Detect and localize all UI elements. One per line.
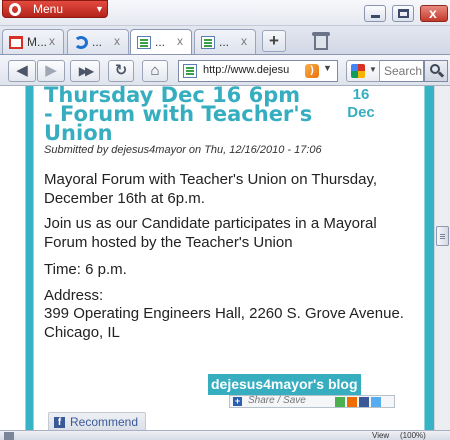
tab-title: ... xyxy=(219,35,230,49)
tab-gmail[interactable]: M... x xyxy=(2,29,64,54)
gmail-icon xyxy=(9,36,23,49)
tab-active[interactable]: ... x xyxy=(130,29,192,55)
close-icon: x xyxy=(429,5,437,21)
search-input[interactable]: Search xyxy=(380,60,424,82)
google-icon xyxy=(351,64,365,78)
tab-title: M... xyxy=(27,35,47,49)
new-tab-button[interactable]: + xyxy=(262,30,286,52)
tab-page[interactable]: ... x xyxy=(194,29,256,54)
minimize-button[interactable] xyxy=(364,5,386,22)
recommend-label: Recommend xyxy=(70,415,139,429)
tab-bar: M... x ... x ... x ... x + xyxy=(0,26,450,55)
blog-link[interactable]: dejesus4mayor's blog xyxy=(208,374,361,395)
view-label[interactable]: View xyxy=(372,431,389,440)
search-button[interactable] xyxy=(424,60,448,82)
forward-button[interactable]: ▶ xyxy=(37,60,65,82)
fast-forward-button[interactable]: ▶▶ xyxy=(70,60,100,82)
home-button[interactable]: ⌂ xyxy=(142,60,168,82)
recommend-button[interactable]: f Recommend xyxy=(48,412,146,430)
tab-close-icon[interactable]: x xyxy=(49,34,55,48)
maximize-icon xyxy=(398,9,409,18)
tab-close-icon[interactable]: x xyxy=(177,34,183,48)
vertical-scrollbar[interactable] xyxy=(434,86,450,430)
post-paragraph: 399 Operating Engineers Hall, 2260 S. Gr… xyxy=(44,305,404,341)
post-title[interactable]: Thursday Dec 16 6pm - Forum with Teacher… xyxy=(44,86,314,144)
trash-icon[interactable] xyxy=(312,29,330,51)
post-paragraph: Address: xyxy=(44,287,104,304)
scrollbar-thumb[interactable] xyxy=(436,226,449,246)
grip-icon xyxy=(440,234,445,235)
tab-close-icon[interactable]: x xyxy=(241,34,247,48)
share-service-icon[interactable] xyxy=(347,397,357,407)
ie-icon xyxy=(74,36,88,49)
title-bar: Menu ▼ x xyxy=(0,0,450,26)
reload-button[interactable]: ↻ xyxy=(108,60,134,82)
page-icon xyxy=(137,36,151,49)
post-paragraph: Mayoral Forum with Teacher's Union on Th… xyxy=(44,171,378,207)
back-button[interactable]: ◀ xyxy=(8,60,36,82)
post-meta: Submitted by dejesus4mayor on Thu, 12/16… xyxy=(44,144,322,156)
tab-close-icon[interactable]: x xyxy=(114,34,120,48)
maximize-button[interactable] xyxy=(392,5,414,22)
address-dropdown-icon[interactable]: ▼ xyxy=(323,63,332,73)
address-bar[interactable]: http://www.dejesu ) ▼ xyxy=(178,60,338,82)
share-label: Share / Save xyxy=(248,395,306,406)
opera-menu-button[interactable]: Menu ▼ xyxy=(2,0,108,18)
status-bar: View (100%) xyxy=(0,430,450,440)
menu-label: Menu xyxy=(33,2,64,16)
chevron-down-icon: ▼ xyxy=(95,4,104,14)
share-service-icon[interactable] xyxy=(335,397,345,407)
url-text[interactable]: http://www.dejesu xyxy=(203,64,299,76)
page-viewport: Thursday Dec 16 6pm - Forum with Teacher… xyxy=(0,86,434,430)
close-window-button[interactable]: x xyxy=(420,5,448,22)
share-save-button[interactable]: + Share / Save xyxy=(229,395,395,408)
panel-toggle-icon[interactable] xyxy=(4,432,14,440)
page-border-right xyxy=(424,86,434,430)
page-icon xyxy=(183,64,197,78)
search-icon-handle xyxy=(437,71,445,78)
page-icon xyxy=(201,36,215,49)
page-border-left xyxy=(25,86,34,430)
navigation-bar: ◀ ▶ ▶▶ ↻ ⌂ http://www.dejesu ) ▼ ▼ Searc… xyxy=(0,54,450,86)
tab-title: ... xyxy=(92,35,103,49)
minimize-icon xyxy=(371,15,380,18)
facebook-icon[interactable] xyxy=(359,397,369,407)
trash-can xyxy=(314,36,328,50)
post-paragraph: Time: 6 p.m. xyxy=(44,261,127,278)
plus-icon: + xyxy=(233,396,242,406)
post-date-month: Dec xyxy=(347,104,375,121)
chevron-down-icon: ▼ xyxy=(369,65,377,74)
tab-title: ... xyxy=(155,35,166,49)
opera-logo-icon xyxy=(9,3,21,16)
zoom-level[interactable]: (100%) xyxy=(400,431,426,440)
twitter-icon[interactable] xyxy=(371,397,381,407)
post-date-day: 16 xyxy=(352,86,370,103)
search-engine-selector[interactable]: ▼ xyxy=(346,60,380,82)
facebook-icon: f xyxy=(54,417,65,428)
rss-feed-icon[interactable]: ) xyxy=(305,64,319,78)
tab-ie[interactable]: ... x xyxy=(67,29,129,54)
post-paragraph: Join us as our Candidate participates in… xyxy=(44,215,377,251)
